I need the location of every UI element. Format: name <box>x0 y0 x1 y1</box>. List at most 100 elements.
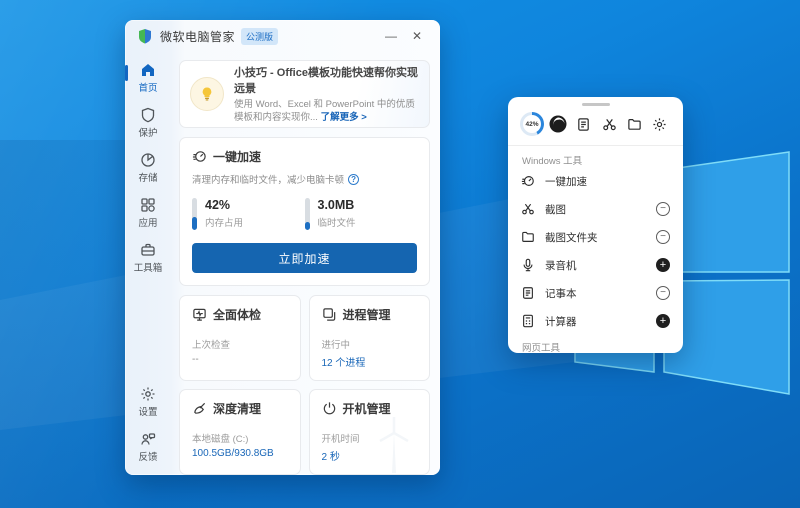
folder-quick-icon[interactable] <box>624 113 646 135</box>
boost-card: 一键加速 清理内存和临时文件，减少电脑卡顿 ? 42% 内存占用 3.0MB 临… <box>179 137 430 286</box>
memory-usage-ring[interactable]: 42% <box>520 112 544 136</box>
notepad-icon <box>523 287 533 299</box>
remove-tool-button[interactable]: − <box>656 230 670 244</box>
remove-tool-button[interactable]: − <box>656 202 670 216</box>
memory-stat: 42% 内存占用 <box>192 198 305 230</box>
tool-item-voice-recorder[interactable]: 录音机 + <box>508 251 683 279</box>
windmill-illustration <box>379 417 409 473</box>
memory-ring-label: 42% <box>525 120 539 128</box>
boost-swirl-icon[interactable] <box>547 113 569 135</box>
sidebar-item-label: 首页 <box>138 83 158 94</box>
home-icon <box>142 64 154 76</box>
card-value: -- <box>192 354 199 365</box>
titlebar: 微软电脑管家 公测版 — ✕ <box>125 20 440 52</box>
tool-item-boost[interactable]: 一键加速 <box>508 167 683 195</box>
quick-access-row: 42% <box>520 111 671 137</box>
tip-banner[interactable]: 小技巧 - Office模板功能快速帮你实现远景 使用 Word、Excel 和… <box>179 60 430 128</box>
app-title: 微软电脑管家 <box>160 29 236 44</box>
tool-item-label: 一键加速 <box>545 175 587 188</box>
feedback-icon <box>141 433 156 445</box>
card-caption: 进行中 <box>321 340 351 351</box>
flyout-divider <box>508 145 683 146</box>
boost-desc-text: 清理内存和临时文件，减少电脑卡顿 <box>192 175 345 186</box>
sidebar-item-label: 反馈 <box>138 452 158 463</box>
tools-list: 一键加速 截图 − 截图文件夹 − 录音机 + 记事本 − 计算器 + <box>508 167 683 335</box>
card-title: 全面体检 <box>213 308 262 322</box>
tool-item-label: 截图 <box>545 203 566 216</box>
desktop-wallpaper: 微软电脑管家 公测版 — ✕ 首页 保护 存储 应用 工具箱 设置 反馈 小技巧… <box>0 0 800 508</box>
settings-quick-icon[interactable] <box>649 113 671 135</box>
boost-icon <box>192 151 206 162</box>
banner-description: 使用 Word、Excel 和 PowerPoint 中的优质模板和内容实现你.… <box>234 99 419 125</box>
card-title: 进程管理 <box>342 308 391 322</box>
tempfile-stat: 3.0MB 临时文件 <box>304 198 418 230</box>
card-caption: 本地磁盘 (C:) <box>192 434 249 445</box>
add-tool-button[interactable]: + <box>656 314 670 328</box>
screenshot-quick-icon[interactable] <box>598 113 620 135</box>
deep-clean-card[interactable]: 深度清理 本地磁盘 (C:) 100.5GB/930.8GB <box>179 389 301 475</box>
card-value: 12 个进程 <box>321 358 366 369</box>
tool-item-label: 记事本 <box>545 287 577 300</box>
sidebar-item-label: 设置 <box>138 407 158 418</box>
web-tools-section-label: 网页工具 <box>522 343 561 353</box>
remove-tool-button[interactable]: − <box>656 286 670 300</box>
windows-tools-section-label: Windows 工具 <box>522 156 583 167</box>
sidebar-item-label: 存储 <box>138 173 158 184</box>
process-icon <box>322 308 335 321</box>
memory-label: 内存占用 <box>205 218 244 229</box>
sidebar-item-apps[interactable]: 应用 <box>125 197 171 229</box>
card-caption: 上次检查 <box>192 340 231 351</box>
learn-more-link[interactable]: 了解更多 > <box>321 112 367 123</box>
tool-item-label: 截图文件夹 <box>545 231 598 244</box>
health-check-icon <box>193 308 206 321</box>
memory-value: 42% <box>205 198 231 212</box>
tool-item-screenshot[interactable]: 截图 − <box>508 195 683 223</box>
active-indicator <box>125 65 128 81</box>
banner-title: 小技巧 - Office模板功能快速帮你实现远景 <box>234 66 418 95</box>
tempfile-label: 临时文件 <box>317 218 356 229</box>
tool-item-notepad[interactable]: 记事本 − <box>508 279 683 307</box>
add-tool-button[interactable]: + <box>656 258 670 272</box>
sidebar-item-settings[interactable]: 设置 <box>125 386 171 418</box>
pc-manager-window: 微软电脑管家 公测版 — ✕ 首页 保护 存储 应用 工具箱 设置 反馈 小技巧… <box>125 20 440 475</box>
toolbox-icon <box>141 243 155 256</box>
close-button[interactable]: ✕ <box>404 25 430 47</box>
apps-icon <box>141 198 155 212</box>
gear-icon <box>141 387 155 401</box>
scissors-icon <box>522 203 534 215</box>
drag-handle[interactable] <box>581 103 610 106</box>
sidebar-item-feedback[interactable]: 反馈 <box>125 431 171 463</box>
app-logo-icon <box>139 29 151 44</box>
main-content: 小技巧 - Office模板功能快速帮你实现远景 使用 Word、Excel 和… <box>171 52 440 475</box>
beta-badge: 公测版 <box>241 27 279 45</box>
boost-now-button[interactable]: 立即加速 <box>192 243 417 273</box>
tempfile-value: 3.0MB <box>317 198 355 212</box>
sidebar-item-label: 保护 <box>138 128 158 139</box>
lightbulb-icon <box>190 77 224 111</box>
memory-bar <box>192 198 197 230</box>
sidebar-item-toolbox[interactable]: 工具箱 <box>125 242 171 274</box>
sidebar-item-home[interactable]: 首页 <box>125 62 171 94</box>
sidebar-item-label: 应用 <box>138 218 158 229</box>
tool-item-screenshot-folder[interactable]: 截图文件夹 − <box>508 223 683 251</box>
sidebar-item-protection[interactable]: 保护 <box>125 107 171 139</box>
boost-description: 清理内存和临时文件，减少电脑卡顿 ? <box>192 172 417 186</box>
boost-title: 一键加速 <box>213 150 262 164</box>
info-icon[interactable]: ? <box>348 173 360 185</box>
process-manager-card[interactable]: 进程管理 进行中 12 个进程 <box>308 295 430 381</box>
tool-item-label: 录音机 <box>545 259 577 272</box>
microphone-icon <box>523 258 533 272</box>
notepad-quick-icon[interactable] <box>573 113 595 135</box>
tool-item-calculator[interactable]: 计算器 + <box>508 307 683 335</box>
minimize-button[interactable]: — <box>378 25 404 47</box>
card-value: 100.5GB/930.8GB <box>192 448 274 459</box>
toolbox-flyout: 42% Windows 工具 一键加速 截图 − 截图文件夹 − 录音机 + 记… <box>508 97 683 353</box>
sidebar-item-storage[interactable]: 存储 <box>125 152 171 184</box>
card-title: 深度清理 <box>213 402 262 416</box>
broom-icon <box>194 402 206 414</box>
sidebar: 首页 保护 存储 应用 工具箱 设置 反馈 <box>125 52 171 475</box>
tempfile-bar <box>304 198 310 230</box>
tool-item-label: 计算器 <box>545 315 577 328</box>
pie-chart-icon <box>141 153 155 167</box>
health-check-card[interactable]: 全面体检 上次检查 -- <box>179 295 301 381</box>
